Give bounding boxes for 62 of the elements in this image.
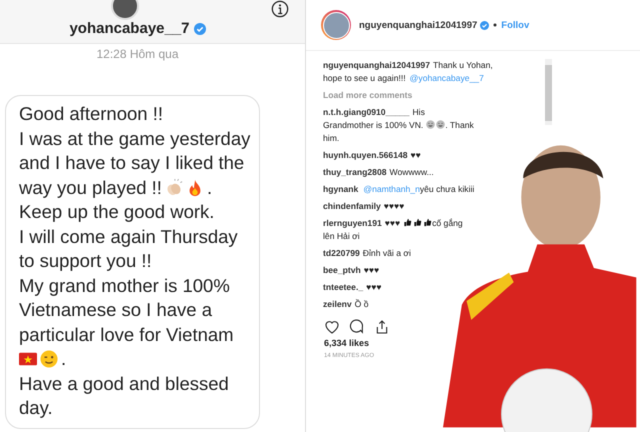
comment-username[interactable]: n.t.h.giang0910_____ xyxy=(323,107,410,117)
chat-username: yohancabaye__7 xyxy=(69,20,190,37)
message-text: Have a good and blessed xyxy=(19,372,229,396)
comment-text: ♥♥♥ xyxy=(384,218,400,228)
scrollbar[interactable] xyxy=(545,59,552,125)
comment-text: cố gắng xyxy=(432,218,463,228)
comment-text: . Thank xyxy=(445,120,474,130)
comment-username[interactable]: thuy_trang2808 xyxy=(323,167,387,177)
comment-username[interactable]: chindenfamily xyxy=(323,201,381,211)
info-icon[interactable] xyxy=(271,0,289,18)
clapping-hands-icon xyxy=(164,178,183,197)
comment-username[interactable]: td220799 xyxy=(323,248,360,258)
comment-text: Thank u Yohan, xyxy=(433,60,493,70)
comment-bubble-icon[interactable] xyxy=(349,319,365,335)
thumbs-up-icon xyxy=(403,218,412,227)
message-text: Vietnamese so I have a xyxy=(19,298,212,322)
laughing-face-icon xyxy=(426,120,436,129)
comment-username[interactable]: hgynank xyxy=(323,184,358,194)
comment-text: ♥♥♥ xyxy=(366,282,382,292)
comment-text: yêu chưa kikiii xyxy=(420,184,474,194)
comment-text: His xyxy=(412,107,425,117)
share-icon[interactable] xyxy=(374,319,390,335)
comment-text: Đỉnh vãi a ơi xyxy=(362,248,411,258)
message-text: I was at the game yesterday xyxy=(19,126,250,151)
comment-text: hope to see u again!!! xyxy=(323,73,406,83)
separator-dot-icon xyxy=(493,23,498,27)
message-text: particular love for Vietnam xyxy=(19,322,234,347)
likes-count: 6,334 likes xyxy=(324,338,370,348)
message-text: My grand mother is 100% xyxy=(19,274,230,298)
like-heart-icon[interactable] xyxy=(324,319,340,335)
comment-text: ♥♥♥ xyxy=(364,265,380,275)
comment-text: ♥♥♥♥ xyxy=(384,201,404,211)
vietnam-flag-icon xyxy=(19,350,37,368)
comment-username[interactable]: zeilenv xyxy=(323,299,352,309)
comment-text: him. xyxy=(323,133,340,143)
message-text: way you played !! xyxy=(19,176,162,200)
message-text: to support you !! xyxy=(19,249,152,273)
message-text: and I have to say I liked the xyxy=(19,151,244,175)
comment-username[interactable]: huynh.quyen.566148 xyxy=(323,150,408,160)
comment-text: ♥♥ xyxy=(410,150,421,160)
message-text: . xyxy=(206,176,212,200)
laughing-face-icon xyxy=(436,120,446,129)
message-text: I will come again Thursday xyxy=(19,224,238,249)
comment-text: lên Hải ơi xyxy=(323,231,360,241)
winking-face-icon xyxy=(40,350,58,368)
message-text: Good afternoon !! xyxy=(19,102,163,126)
message-text: . xyxy=(61,347,66,371)
comment-username[interactable]: tnteetee._ xyxy=(323,282,364,292)
comment-username[interactable]: bee_ptvh xyxy=(323,265,361,275)
thumbs-up-icon xyxy=(423,218,432,227)
comment-text: Wowwww... xyxy=(390,167,434,177)
comment-text: Ồ ồ xyxy=(354,299,369,309)
comment-username[interactable]: rlernguyen191 xyxy=(323,218,382,228)
comment-text: Grandmother is 100% VN. xyxy=(323,120,424,130)
message-text: Keep up the good work. xyxy=(19,200,214,224)
post-username[interactable]: nguyenquanghai12041997 xyxy=(359,20,478,30)
message-text: day. xyxy=(19,396,53,420)
comment-username[interactable]: nguyenquanghai12041997 xyxy=(323,60,430,70)
avatar-icon[interactable] xyxy=(111,0,139,20)
message-timestamp: 12:28 Hôm qua xyxy=(95,47,180,61)
thumbs-up-icon xyxy=(413,218,422,227)
profile-avatar-icon[interactable] xyxy=(321,10,351,40)
